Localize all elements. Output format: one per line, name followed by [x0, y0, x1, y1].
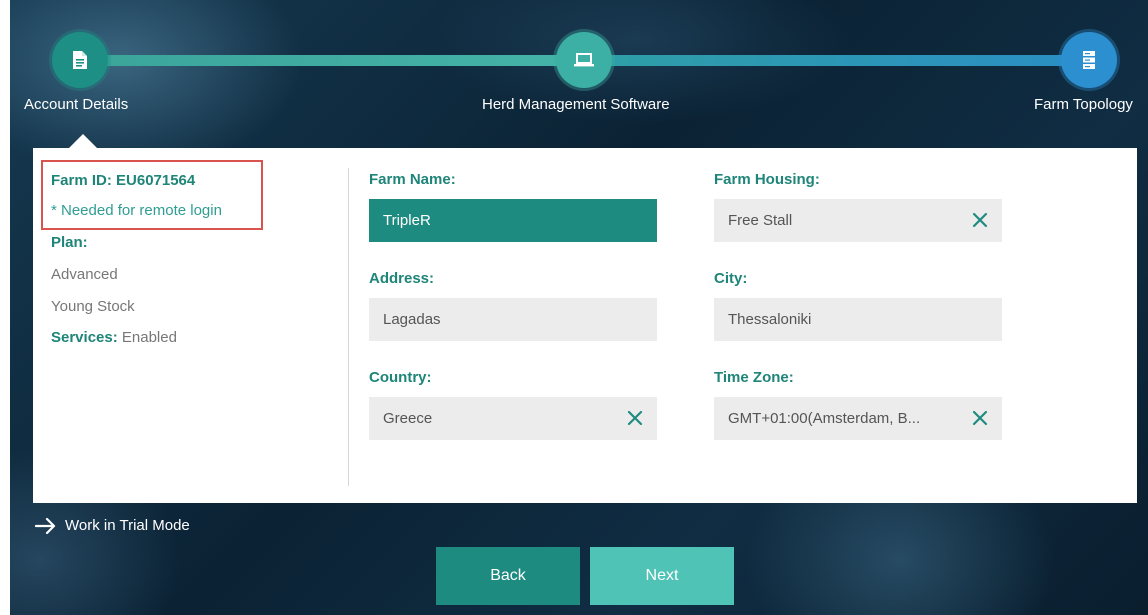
farm-name-label: Farm Name: — [369, 171, 456, 188]
stepper-progress-line — [80, 55, 578, 66]
next-button[interactable]: Next — [590, 547, 734, 605]
laptop-icon — [574, 53, 594, 67]
country-label: Country: — [369, 369, 432, 386]
document-icon — [73, 51, 87, 69]
city-label: City: — [714, 270, 748, 287]
services-value: Enabled — [117, 329, 177, 346]
clear-time-zone-icon[interactable] — [972, 410, 988, 426]
step-herd-management[interactable] — [556, 32, 612, 88]
services-status: Services: Enabled — [51, 329, 177, 346]
plan-item: Young Stock — [51, 298, 135, 315]
plan-item: Advanced — [51, 266, 118, 283]
farm-name-value: TripleR — [383, 212, 431, 229]
trial-mode-label: Work in Trial Mode — [65, 517, 190, 534]
clear-farm-housing-icon[interactable] — [972, 212, 988, 228]
step-account-details[interactable] — [52, 32, 108, 88]
trial-mode-link[interactable]: Work in Trial Mode — [35, 517, 190, 534]
back-button[interactable]: Back — [436, 547, 580, 605]
window-edge — [0, 0, 10, 615]
farm-name-input[interactable]: TripleR — [369, 199, 657, 242]
plan-label: Plan: — [51, 234, 88, 251]
farm-id-highlight-box — [41, 160, 263, 230]
farm-id: Farm ID: EU6071564 — [51, 172, 196, 189]
server-icon — [1083, 51, 1095, 69]
farm-housing-value: Free Stall — [728, 212, 793, 229]
address-value: Lagadas — [383, 311, 441, 328]
clear-country-icon[interactable] — [627, 410, 643, 426]
time-zone-select[interactable]: GMT+01:00(Amsterdam, B... — [714, 397, 1002, 440]
step-label-account-details: Account Details — [24, 96, 129, 113]
farm-housing-label: Farm Housing: — [714, 171, 820, 188]
step-label-farm-topology: Farm Topology — [1034, 96, 1133, 113]
arrow-right-icon — [35, 517, 56, 534]
account-details-panel: Farm ID: EU6071564 * Needed for remote l… — [33, 148, 1137, 503]
active-step-pointer — [68, 134, 98, 149]
address-label: Address: — [369, 270, 435, 287]
stepper-progress-line — [578, 55, 1084, 66]
farm-housing-select[interactable]: Free Stall — [714, 199, 1002, 242]
remote-login-note: * Needed for remote login — [51, 202, 222, 219]
city-input[interactable]: Thessaloniki — [714, 298, 1002, 341]
address-input[interactable]: Lagadas — [369, 298, 657, 341]
time-zone-value: GMT+01:00(Amsterdam, B... — [728, 410, 921, 427]
column-divider — [348, 168, 349, 486]
step-farm-topology[interactable] — [1061, 32, 1117, 88]
country-value: Greece — [383, 410, 433, 427]
services-label: Services: — [51, 329, 118, 346]
step-label-herd-management: Herd Management Software — [482, 96, 670, 113]
country-select[interactable]: Greece — [369, 397, 657, 440]
city-value: Thessaloniki — [728, 311, 812, 328]
time-zone-label: Time Zone: — [714, 369, 794, 386]
